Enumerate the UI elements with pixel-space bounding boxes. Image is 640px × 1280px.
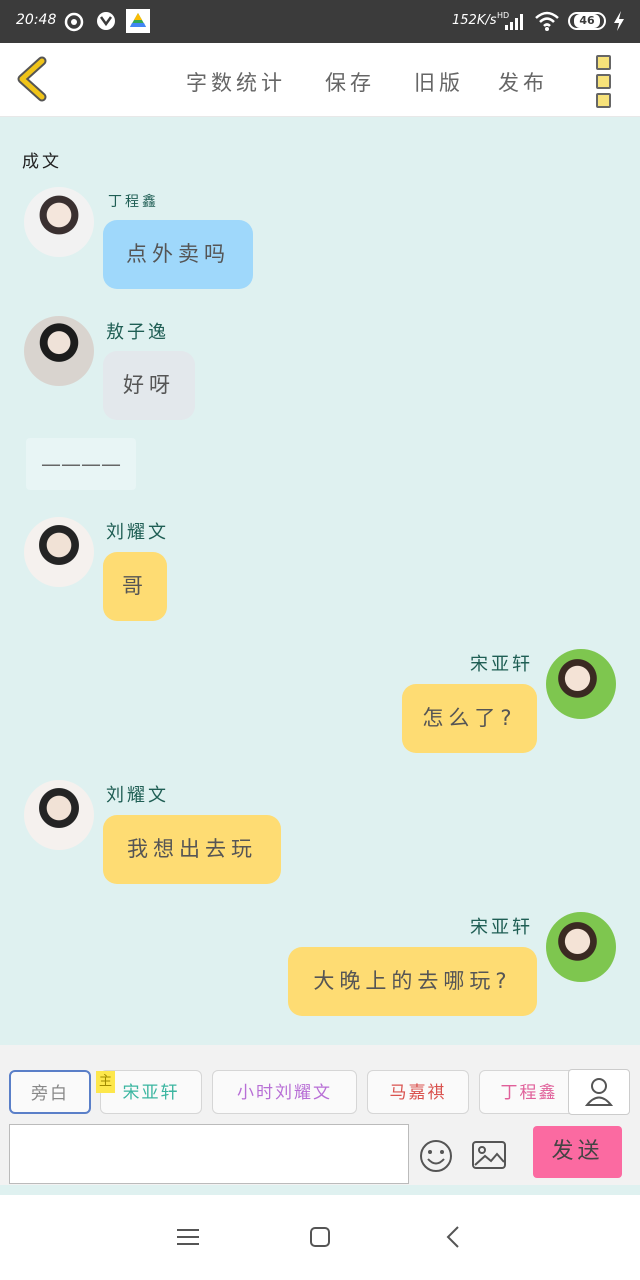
message-bubble[interactable]: 好呀 [103, 351, 195, 420]
avatar[interactable] [24, 780, 94, 850]
network-speed: 152K/s [452, 13, 497, 28]
composer-panel: 旁白 宋亚轩 主 小时刘耀文 马嘉祺 丁程鑫 发送 [0, 1045, 640, 1195]
svg-text:HD: HD [497, 11, 509, 20]
old-version-button[interactable]: 旧版 [414, 67, 464, 97]
sender-name: 刘耀文 [106, 785, 169, 806]
avatar[interactable] [24, 517, 94, 587]
menu-nav-icon[interactable] [177, 1227, 199, 1247]
user-icon [584, 1078, 614, 1106]
sender-name: 刘耀文 [106, 522, 169, 543]
hd-signal-icon: HD [497, 11, 523, 30]
add-role-button[interactable] [568, 1069, 630, 1115]
avatar[interactable] [546, 912, 616, 982]
message-bubble[interactable]: 我想出去玩 [103, 815, 281, 884]
sender-name: 敖子逸 [106, 322, 169, 343]
publish-button[interactable]: 发布 [498, 67, 548, 97]
chat-area[interactable]: 成文 丁程鑫 点外卖吗 敖子逸 好呀 ———— 刘耀文 哥 宋亚轩 怎么了? 刘… [0, 117, 640, 1045]
weibo-icon [64, 12, 84, 32]
role-chip-song-yaxuan[interactable]: 宋亚轩 [100, 1070, 202, 1114]
main-role-tag: 主 [96, 1071, 115, 1093]
emoji-icon[interactable] [419, 1139, 453, 1173]
app-icon [97, 12, 115, 30]
message-bubble[interactable]: 怎么了? [402, 684, 537, 753]
avatar[interactable] [24, 316, 94, 386]
google-drive-icon [126, 9, 150, 33]
word-count-button[interactable]: 字数统计 [186, 67, 286, 97]
message-bubble[interactable]: 大晚上的去哪玩? [288, 947, 537, 1016]
sender-name: 宋亚轩 [470, 654, 533, 675]
sender-name: 丁程鑫 [108, 194, 159, 210]
message-bubble[interactable]: 点外卖吗 [103, 220, 253, 289]
avatar[interactable] [24, 187, 94, 257]
home-nav-icon[interactable] [309, 1226, 331, 1248]
message-input[interactable] [9, 1124, 409, 1184]
message-bubble[interactable]: 哥 [103, 552, 167, 621]
wifi-icon [535, 11, 559, 31]
bottom-strip [0, 1185, 640, 1195]
save-button[interactable]: 保存 [325, 67, 375, 97]
battery-level: 46 [574, 14, 600, 28]
role-chip-ma-jiaqi[interactable]: 马嘉祺 [367, 1070, 469, 1114]
status-time: 20:48 [16, 12, 57, 28]
status-bar: 20:48 152K/s HD 46 [0, 0, 640, 43]
image-icon[interactable] [471, 1140, 507, 1170]
back-icon[interactable] [12, 55, 52, 103]
role-chip-narrator[interactable]: 旁白 [9, 1070, 91, 1114]
avatar[interactable] [546, 649, 616, 719]
system-nav-bar [0, 1195, 640, 1280]
charging-icon [614, 11, 624, 31]
narration-text: 成文 [22, 152, 62, 172]
send-button[interactable]: 发送 [533, 1126, 622, 1178]
scene-divider[interactable]: ———— [26, 438, 136, 490]
role-chip-liu-yaowen-young[interactable]: 小时刘耀文 [212, 1070, 357, 1114]
role-chip-ding-chengxin[interactable]: 丁程鑫 [479, 1070, 579, 1114]
top-toolbar: 字数统计 保存 旧版 发布 [0, 43, 640, 117]
battery-icon: 46 [568, 12, 606, 30]
sender-name: 宋亚轩 [470, 917, 533, 938]
kebab-menu-icon[interactable] [596, 55, 614, 108]
back-nav-icon[interactable] [445, 1225, 461, 1249]
